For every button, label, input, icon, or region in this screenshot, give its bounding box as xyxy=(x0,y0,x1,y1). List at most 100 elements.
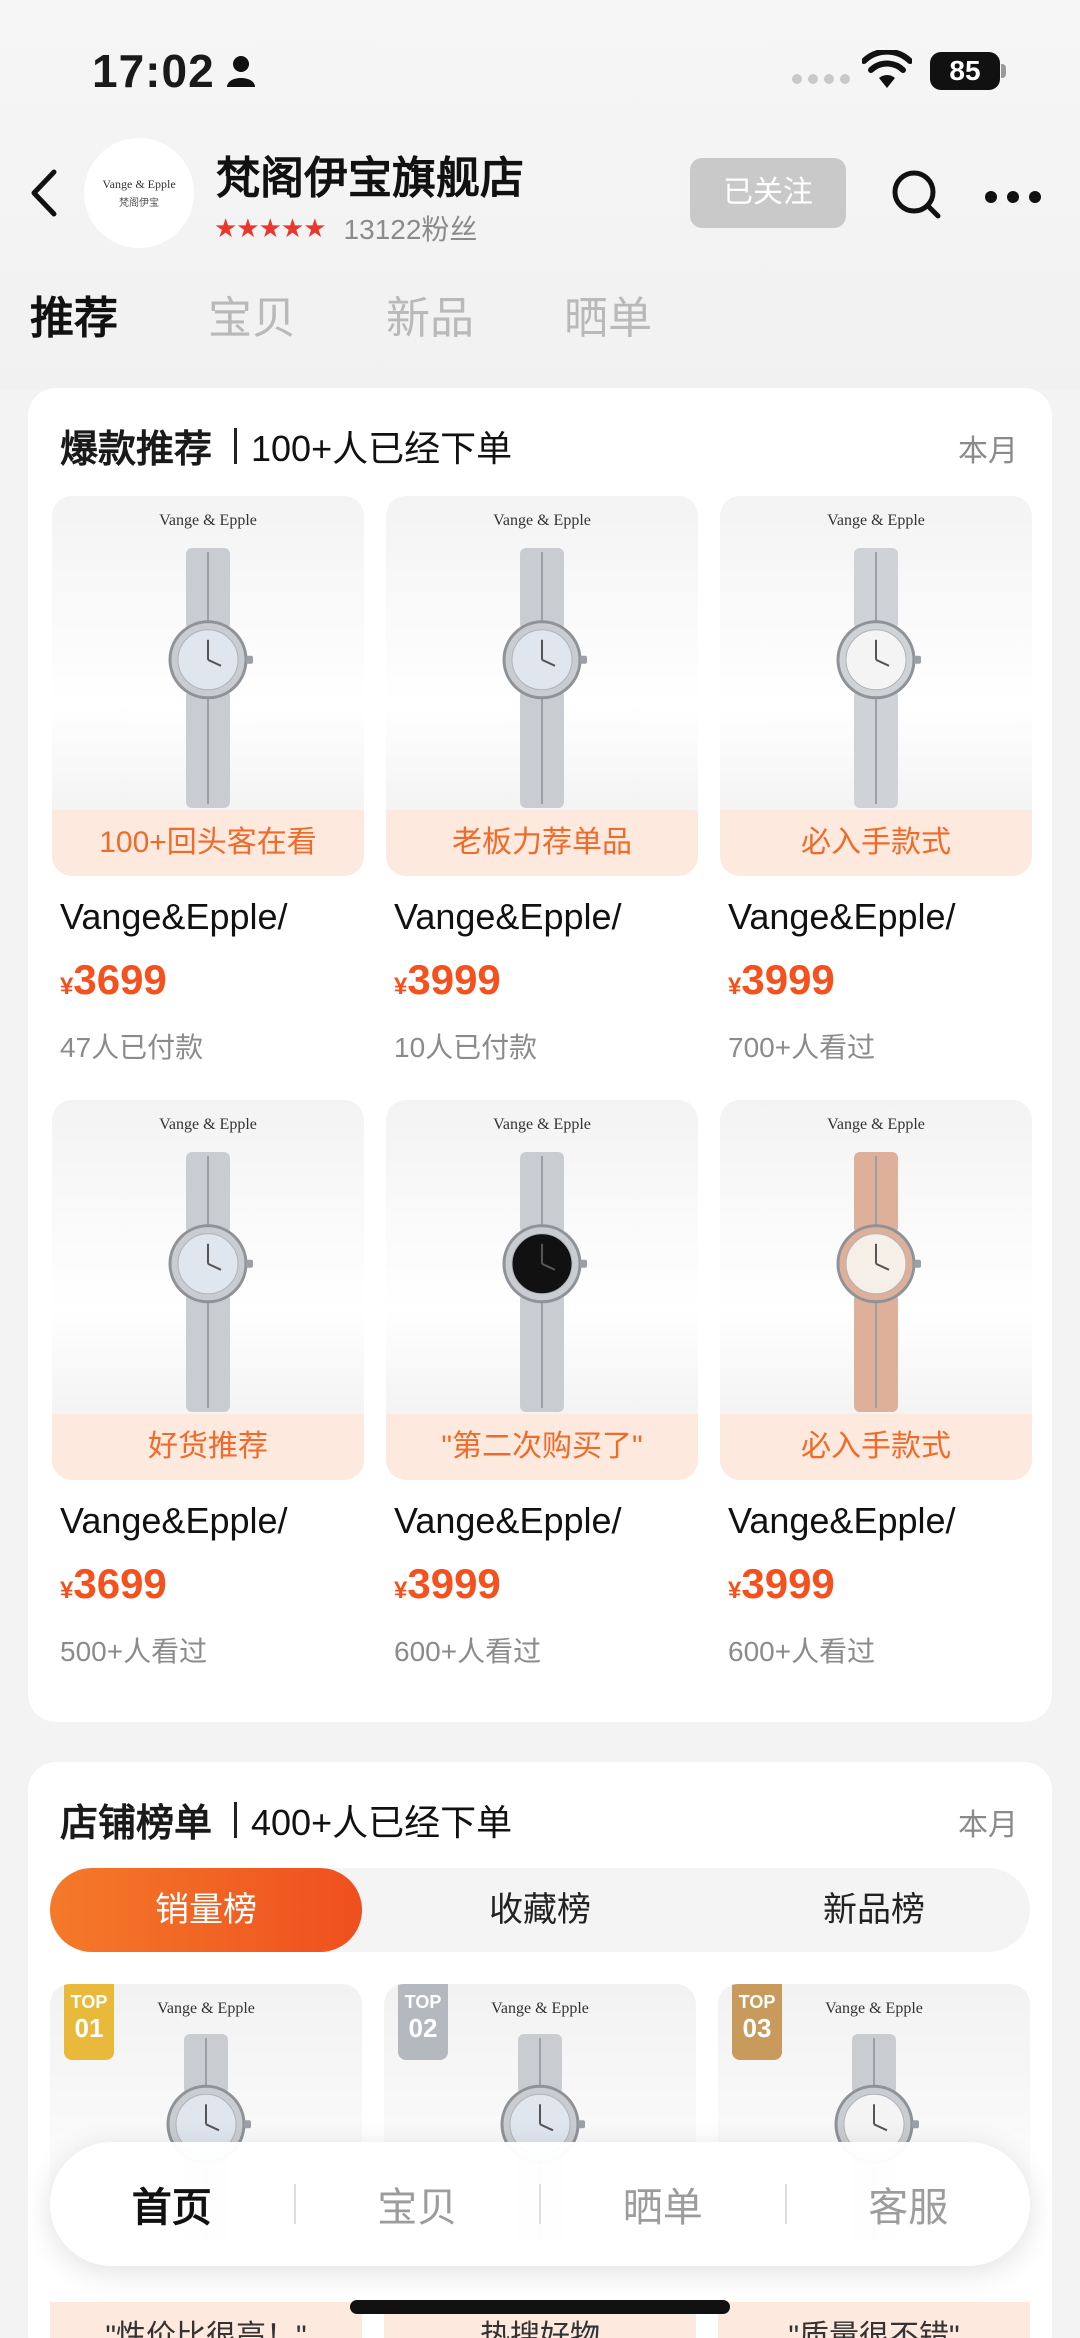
product-brand-mark: Vange & Epple xyxy=(827,512,925,529)
rank-tab-favorites[interactable]: 收藏榜 xyxy=(384,1868,696,1952)
store-tabs: 推荐 宝贝 新品 晒单 xyxy=(30,282,742,346)
rank-tabs: 销量榜 收藏榜 新品榜 xyxy=(50,1868,1030,1952)
top-rank-badge: TOP 03 xyxy=(732,1984,782,2060)
currency-symbol: ¥ xyxy=(60,973,74,1000)
product-price: ¥3699 xyxy=(60,956,167,1004)
rank-period[interactable]: 本月 xyxy=(958,1800,1018,1844)
fans-count: 13122粉丝 xyxy=(343,214,478,245)
rank-tab-new[interactable]: 新品榜 xyxy=(718,1868,1030,1952)
nav-reviews[interactable]: 晒单 xyxy=(541,2175,785,2233)
product-image[interactable]: Vange & Epple 必入手款式 xyxy=(720,496,1032,876)
nav-home[interactable]: 首页 xyxy=(50,2175,294,2233)
product-image[interactable]: Vange & Epple "第二次购买了" xyxy=(386,1100,698,1480)
product-stat: 10人已付款 xyxy=(394,1032,538,1063)
store-logo[interactable]: Vange & Epple 梵阁伊宝 xyxy=(84,138,194,248)
hot-subtitle: 100+人已经下单 xyxy=(251,427,513,469)
watch-image xyxy=(502,1152,587,1412)
watch-image xyxy=(168,1152,253,1412)
product-image[interactable]: Vange & Epple 100+回头客在看 xyxy=(52,496,364,876)
product-brand-mark: Vange & Epple xyxy=(493,512,591,529)
product-name[interactable]: Vange&Epple/ xyxy=(394,1500,622,1542)
product-price: ¥3999 xyxy=(728,1560,835,1608)
tab-new[interactable]: 新品 xyxy=(386,282,474,346)
hot-header: 爆款推荐 100+人已经下单 xyxy=(60,418,512,473)
product-price: ¥3999 xyxy=(728,956,835,1004)
product-tag: 100+回头客在看 xyxy=(52,810,364,876)
store-name[interactable]: 梵阁伊宝旗舰店 xyxy=(216,142,524,206)
watch-image xyxy=(836,1152,921,1412)
more-icon[interactable] xyxy=(984,190,1042,204)
currency-symbol: ¥ xyxy=(394,973,408,1000)
price-value: 3699 xyxy=(73,1560,167,1607)
product-stat: 600+人看过 xyxy=(394,1636,542,1667)
product-price: ¥3699 xyxy=(60,1560,167,1608)
product-stat: 500+人看过 xyxy=(60,1636,208,1667)
product-stat: 47人已付款 xyxy=(60,1032,204,1063)
rank-product-tag: "质量很不错" xyxy=(718,2302,1030,2338)
product-image[interactable]: Vange & Epple 好货推荐 xyxy=(52,1100,364,1480)
product-tag: 好货推荐 xyxy=(52,1414,364,1480)
product-name[interactable]: Vange&Epple/ xyxy=(728,1500,956,1542)
product-name[interactable]: Vange&Epple/ xyxy=(60,1500,288,1542)
rank-subtitle: 400+人已经下单 xyxy=(251,1801,513,1843)
logo-text-cn: 梵阁伊宝 xyxy=(119,198,159,209)
nav-service[interactable]: 客服 xyxy=(787,2175,1031,2233)
divider xyxy=(234,1801,238,1838)
product-name[interactable]: Vange&Epple/ xyxy=(728,896,956,938)
product-price: ¥3999 xyxy=(394,956,501,1004)
follow-button[interactable]: 已关注 xyxy=(690,158,846,228)
battery-icon: 85 xyxy=(930,52,1006,90)
back-arrow-icon[interactable] xyxy=(26,168,62,218)
price-value: 3699 xyxy=(73,956,167,1003)
watch-image xyxy=(502,548,587,808)
price-value: 3999 xyxy=(407,956,501,1003)
currency-symbol: ¥ xyxy=(728,1577,742,1604)
currency-symbol: ¥ xyxy=(60,1577,74,1604)
product-image[interactable]: Vange & Epple 老板力荐单品 xyxy=(386,496,698,876)
hot-period[interactable]: 本月 xyxy=(958,426,1018,470)
star-rating-icon: ★★★★★ xyxy=(214,212,327,243)
top-rank-badge: TOP 01 xyxy=(64,1984,114,2060)
status-time: 17:02 xyxy=(92,45,215,97)
home-indicator xyxy=(350,2300,730,2314)
product-brand-mark: Vange & Epple xyxy=(493,1116,591,1133)
battery-level: 85 xyxy=(930,52,1000,90)
product-brand-mark: Vange & Epple xyxy=(827,1116,925,1133)
tab-recommend[interactable]: 推荐 xyxy=(30,282,118,346)
store-rating: ★★★★★ 13122粉丝 xyxy=(214,208,477,248)
product-price: ¥3999 xyxy=(394,1560,501,1608)
product-tag: 必入手款式 xyxy=(720,810,1032,876)
rank-title: 店铺榜单 xyxy=(60,1803,213,1845)
product-image[interactable]: Vange & Epple 必入手款式 xyxy=(720,1100,1032,1480)
product-brand-mark: Vange & Epple xyxy=(159,1116,257,1133)
nav-items[interactable]: 宝贝 xyxy=(296,2175,540,2233)
product-stat: 600+人看过 xyxy=(728,1636,876,1667)
rank-product-tag: "性价比很高！" xyxy=(50,2302,362,2338)
price-value: 3999 xyxy=(741,1560,835,1607)
currency-symbol: ¥ xyxy=(394,1577,408,1604)
product-tag: "第二次购买了" xyxy=(386,1414,698,1480)
product-name[interactable]: Vange&Epple/ xyxy=(394,896,622,938)
status-bar: 17:02 85 xyxy=(0,0,1080,140)
top-rank-badge: TOP 02 xyxy=(398,1984,448,2060)
watch-image xyxy=(168,548,253,808)
search-icon[interactable] xyxy=(890,168,942,220)
tab-items[interactable]: 宝贝 xyxy=(208,282,296,346)
product-tag: 老板力荐单品 xyxy=(386,810,698,876)
product-tag: 必入手款式 xyxy=(720,1414,1032,1480)
price-value: 3999 xyxy=(741,956,835,1003)
signal-icon xyxy=(792,74,850,84)
tab-reviews[interactable]: 晒单 xyxy=(564,282,652,346)
product-stat: 700+人看过 xyxy=(728,1032,876,1063)
divider xyxy=(234,427,238,464)
logo-text-en: Vange & Epple xyxy=(102,177,176,191)
product-name[interactable]: Vange&Epple/ xyxy=(60,896,288,938)
wifi-icon xyxy=(862,50,912,88)
rank-tab-sales[interactable]: 销量榜 xyxy=(50,1868,362,1952)
watch-image xyxy=(836,548,921,808)
hot-title: 爆款推荐 xyxy=(60,429,213,471)
bottom-nav: 首页 宝贝 晒单 客服 xyxy=(50,2142,1030,2266)
person-icon xyxy=(227,56,255,87)
currency-symbol: ¥ xyxy=(728,973,742,1000)
rank-header: 店铺榜单 400+人已经下单 xyxy=(60,1792,512,1847)
